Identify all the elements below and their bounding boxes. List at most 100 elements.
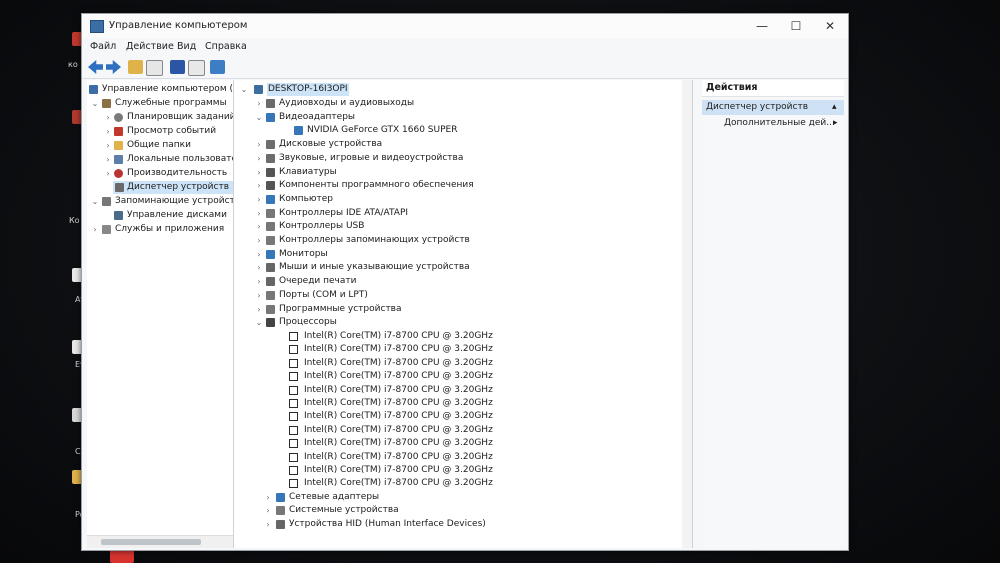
device-category[interactable]: › Мыши и иные указывающие устройства: [234, 261, 674, 274]
expand-arrow-icon[interactable]: ›: [104, 111, 112, 124]
collapse-up-icon[interactable]: ▴: [832, 100, 837, 115]
more-actions-item[interactable]: Дополнительные дей... ▸: [702, 116, 844, 131]
device-category[interactable]: › Клавиатуры: [234, 166, 674, 179]
device-category[interactable]: ⌄ Процессоры: [234, 316, 674, 329]
device-category[interactable]: › Порты (COM и LPT): [234, 289, 674, 302]
expand-arrow-icon[interactable]: ›: [255, 275, 263, 288]
up-folder-icon[interactable]: [128, 60, 143, 74]
device-category[interactable]: › Системные устройства: [234, 504, 674, 517]
expand-arrow-icon[interactable]: ›: [255, 138, 263, 151]
device-category[interactable]: › Звуковые, игровые и видеоустройства: [234, 152, 674, 165]
device-category[interactable]: › Устройства HID (Human Interface Devices…: [234, 518, 674, 531]
expand-arrow-icon[interactable]: ›: [255, 166, 263, 179]
device-category[interactable]: › Мониторы: [234, 248, 674, 261]
expand-arrow-icon[interactable]: ›: [255, 248, 263, 261]
navigation-tree[interactable]: Управление компьютером (л ⌄ Служебные пр…: [87, 80, 243, 548]
scrollbar-thumb[interactable]: [101, 539, 201, 545]
tree-item-shared-folders[interactable]: › Общие папки: [87, 139, 237, 152]
device-category[interactable]: › Контроллеры USB: [234, 220, 674, 233]
device-category-icon: [266, 140, 275, 150]
device-category[interactable]: › Контроллеры запоминающих устройств: [234, 234, 674, 247]
tree-item-storage[interactable]: ⌄ Запоминающие устройст: [87, 195, 237, 208]
expand-arrow-icon[interactable]: ›: [255, 207, 263, 220]
maximize-button[interactable]: ☐: [779, 14, 813, 38]
device-item[interactable]: NVIDIA GeForce GTX 1660 SUPER: [234, 124, 674, 137]
tree-item-local-users[interactable]: › Локальные пользовате: [87, 153, 237, 166]
minimize-button[interactable]: —: [745, 14, 779, 38]
collapse-arrow-icon[interactable]: ⌄: [255, 111, 263, 124]
tree-item-performance[interactable]: › Производительность: [87, 167, 237, 180]
expand-arrow-icon[interactable]: ›: [255, 234, 263, 247]
device-tree-root[interactable]: ⌄ DESKTOP-16I3OPI: [234, 83, 684, 96]
forward-icon[interactable]: [106, 60, 121, 74]
menu-view[interactable]: Вид: [177, 41, 196, 52]
expand-arrow-icon[interactable]: ›: [255, 97, 263, 110]
expand-arrow-icon[interactable]: ›: [255, 179, 263, 192]
show-hide-tree-icon[interactable]: [146, 60, 163, 76]
device-category-icon: [266, 222, 275, 232]
cpu-item[interactable]: Intel(R) Core(TM) i7-8700 CPU @ 3.20GHz: [234, 464, 674, 477]
device-tree[interactable]: ⌄ DESKTOP-16I3OPI › Аудиовходы и аудиовых…: [233, 80, 693, 548]
vertical-scrollbar[interactable]: [682, 80, 692, 548]
device-category[interactable]: › Компьютер: [234, 193, 674, 206]
tree-item-disk-management[interactable]: Управление дисками: [87, 209, 237, 222]
cpu-item[interactable]: Intel(R) Core(TM) i7-8700 CPU @ 3.20GHz: [234, 384, 674, 397]
expand-arrow-icon[interactable]: ›: [104, 153, 112, 166]
cpu-item[interactable]: Intel(R) Core(TM) i7-8700 CPU @ 3.20GHz: [234, 451, 674, 464]
tree-item-system-tools[interactable]: ⌄ Служебные программы: [87, 97, 237, 110]
collapse-arrow-icon[interactable]: ⌄: [91, 195, 99, 208]
cpu-item[interactable]: Intel(R) Core(TM) i7-8700 CPU @ 3.20GHz: [234, 343, 674, 356]
close-button[interactable]: ✕: [813, 14, 847, 38]
menu-help[interactable]: Справка: [205, 41, 247, 52]
device-category[interactable]: › Очереди печати: [234, 275, 674, 288]
menu-action[interactable]: Действие: [126, 41, 174, 52]
monitor-icon[interactable]: [210, 60, 225, 74]
cpu-item[interactable]: Intel(R) Core(TM) i7-8700 CPU @ 3.20GHz: [234, 424, 674, 437]
device-category[interactable]: › Компоненты программного обеспечения: [234, 179, 674, 192]
window-title: Управление компьютером: [109, 20, 248, 31]
tree-item-services-apps[interactable]: › Службы и приложения: [87, 223, 237, 236]
help-icon[interactable]: [170, 60, 185, 74]
expand-arrow-icon[interactable]: ›: [104, 167, 112, 180]
actions-section-device-manager[interactable]: Диспетчер устройств ▴: [702, 100, 844, 115]
menu-file[interactable]: Файл: [90, 41, 116, 52]
computer-management-icon: [89, 85, 98, 94]
title-bar[interactable]: Управление компьютером — ☐ ✕: [82, 14, 848, 38]
expand-arrow-icon[interactable]: ›: [255, 193, 263, 206]
device-category[interactable]: › Сетевые адаптеры: [234, 491, 674, 504]
tree-item-task-scheduler[interactable]: › Планировщик заданий: [87, 111, 237, 124]
horizontal-scrollbar[interactable]: [87, 535, 234, 548]
back-icon[interactable]: [88, 60, 103, 74]
cpu-item[interactable]: Intel(R) Core(TM) i7-8700 CPU @ 3.20GHz: [234, 370, 674, 383]
cpu-item[interactable]: Intel(R) Core(TM) i7-8700 CPU @ 3.20GHz: [234, 437, 674, 450]
expand-arrow-icon[interactable]: ›: [104, 139, 112, 152]
device-category[interactable]: › Аудиовходы и аудиовыходы: [234, 97, 674, 110]
collapse-arrow-icon[interactable]: ⌄: [240, 83, 248, 96]
tree-item-event-viewer[interactable]: › Просмотр событий: [87, 125, 237, 138]
device-category[interactable]: ⌄ Видеоадаптеры: [234, 111, 674, 124]
expand-arrow-icon[interactable]: ›: [255, 220, 263, 233]
expand-arrow-icon[interactable]: ›: [104, 125, 112, 138]
device-category[interactable]: › Программные устройства: [234, 303, 674, 316]
expand-arrow-icon[interactable]: ›: [255, 152, 263, 165]
expand-arrow-icon[interactable]: ›: [255, 303, 263, 316]
collapse-arrow-icon[interactable]: ⌄: [91, 97, 99, 110]
cpu-item[interactable]: Intel(R) Core(TM) i7-8700 CPU @ 3.20GHz: [234, 477, 674, 490]
device-label: Компоненты программного обеспечения: [279, 180, 474, 191]
cpu-item[interactable]: Intel(R) Core(TM) i7-8700 CPU @ 3.20GHz: [234, 397, 674, 410]
tree-root[interactable]: Управление компьютером (л: [87, 83, 239, 96]
expand-arrow-icon[interactable]: ›: [255, 261, 263, 274]
expand-arrow-icon[interactable]: ›: [255, 289, 263, 302]
tree-item-device-manager[interactable]: Диспетчер устройств: [113, 181, 235, 194]
device-category[interactable]: › Дисковые устройства: [234, 138, 674, 151]
cpu-item[interactable]: Intel(R) Core(TM) i7-8700 CPU @ 3.20GHz: [234, 410, 674, 423]
device-category[interactable]: › Контроллеры IDE ATA/ATAPI: [234, 207, 674, 220]
collapse-arrow-icon[interactable]: ⌄: [255, 316, 263, 329]
cpu-item[interactable]: Intel(R) Core(TM) i7-8700 CPU @ 3.20GHz: [234, 357, 674, 370]
expand-arrow-icon[interactable]: ›: [264, 504, 272, 517]
expand-arrow-icon[interactable]: ›: [264, 491, 272, 504]
expand-arrow-icon[interactable]: ›: [264, 518, 272, 531]
cpu-item[interactable]: Intel(R) Core(TM) i7-8700 CPU @ 3.20GHz: [234, 330, 674, 343]
properties-icon[interactable]: [188, 60, 205, 76]
expand-arrow-icon[interactable]: ›: [91, 223, 99, 236]
